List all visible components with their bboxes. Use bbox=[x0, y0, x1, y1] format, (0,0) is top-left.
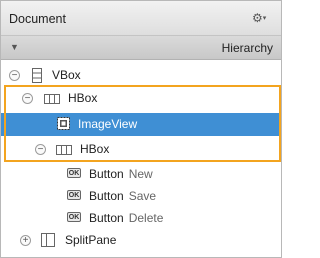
tree-row-button-delete[interactable]: OK Button Delete bbox=[1, 207, 281, 230]
button-type: Button bbox=[89, 167, 124, 181]
tree-label-splitpane: SplitPane bbox=[65, 233, 117, 247]
button-text: New bbox=[128, 167, 153, 181]
hierarchy-label: Hierarchy bbox=[221, 41, 273, 55]
tree-row-button-save[interactable]: OK Button Save bbox=[1, 185, 281, 208]
button-icon: OK bbox=[67, 190, 81, 200]
tree-row-button-new[interactable]: OK Button New bbox=[1, 163, 281, 186]
tree-label-button: Button Save bbox=[89, 189, 156, 203]
hierarchy-bar[interactable]: ▼ Hierarchy bbox=[1, 36, 281, 60]
vbox-icon bbox=[32, 68, 42, 83]
document-panel: Document ⚙▾ ▼ Hierarchy − VBox − HBox Im… bbox=[0, 0, 282, 258]
gear-icon[interactable]: ⚙▾ bbox=[252, 11, 266, 26]
collapse-toggle-icon[interactable]: − bbox=[9, 70, 20, 81]
tree-row-splitpane[interactable]: + SplitPane bbox=[1, 229, 281, 252]
document-header: Document ⚙▾ bbox=[1, 1, 281, 36]
button-text: Save bbox=[128, 189, 157, 203]
button-text: Delete bbox=[128, 211, 164, 225]
button-type: Button bbox=[89, 189, 124, 203]
tree-label-vbox: VBox bbox=[52, 68, 81, 82]
tree-label-button: Button New bbox=[89, 167, 153, 181]
drop-target-highlight bbox=[4, 85, 281, 162]
tree-label-button: Button Delete bbox=[89, 211, 163, 225]
expand-toggle-icon[interactable]: + bbox=[20, 235, 31, 246]
panel-title: Document bbox=[9, 12, 66, 26]
splitpane-icon bbox=[41, 233, 55, 247]
collapse-triangle-icon[interactable]: ▼ bbox=[10, 42, 19, 52]
button-icon: OK bbox=[67, 168, 81, 178]
tree-row-vbox[interactable]: − VBox bbox=[1, 64, 281, 87]
button-type: Button bbox=[89, 211, 124, 225]
button-icon: OK bbox=[67, 212, 81, 222]
